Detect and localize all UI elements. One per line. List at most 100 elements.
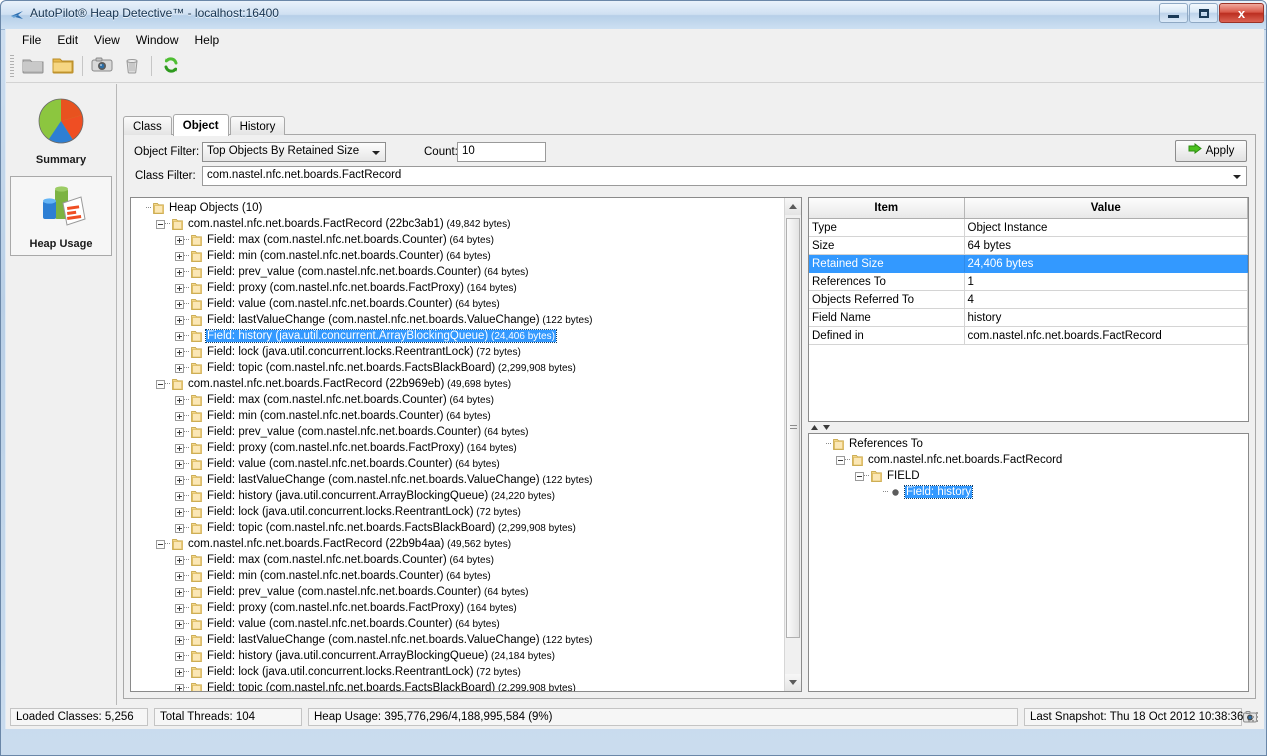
tree-expand-toggle[interactable]: [175, 619, 184, 629]
scroll-down-button[interactable]: [785, 674, 801, 691]
tree-node[interactable]: Field: proxy (com.nastel.nfc.net.boards.…: [133, 440, 784, 456]
tree-node[interactable]: Field: max (com.nastel.nfc.net.boards.Co…: [133, 552, 784, 568]
object-filter-select[interactable]: Top Objects By Retained Size: [202, 142, 386, 162]
tree-expand-toggle[interactable]: [175, 363, 184, 373]
maximize-button[interactable]: [1189, 3, 1218, 23]
tree-expand-toggle[interactable]: [175, 411, 184, 421]
toolbar-grip[interactable]: [10, 55, 14, 77]
tree-node[interactable]: Field: history (java.util.concurrent.Arr…: [133, 648, 784, 664]
tree-node[interactable]: Field: lock (java.util.concurrent.locks.…: [133, 664, 784, 680]
menu-view[interactable]: View: [86, 31, 128, 49]
sidebar-item-summary[interactable]: Summary: [10, 88, 112, 172]
tree-collapse-toggle[interactable]: [156, 539, 165, 549]
refresh-button[interactable]: [156, 52, 186, 80]
tree-collapse-toggle[interactable]: [855, 471, 864, 481]
tree-node[interactable]: Field: history (java.util.concurrent.Arr…: [133, 328, 784, 344]
tree-node[interactable]: Heap Objects (10): [133, 200, 784, 216]
tree-node[interactable]: Field: prev_value (com.nastel.nfc.net.bo…: [133, 584, 784, 600]
table-row[interactable]: Retained Size 24,406 bytes: [809, 254, 1248, 273]
column-header-value[interactable]: Value: [964, 198, 1248, 219]
tree-expand-toggle[interactable]: [175, 555, 184, 565]
tree-node[interactable]: Field: prev_value (com.nastel.nfc.net.bo…: [133, 424, 784, 440]
tree-node[interactable]: Field: value (com.nastel.nfc.net.boards.…: [133, 296, 784, 312]
tab-class[interactable]: Class: [123, 116, 172, 135]
tree-expand-toggle[interactable]: [175, 459, 184, 469]
tree-expand-toggle[interactable]: [175, 475, 184, 485]
tree-node[interactable]: Field: history: [811, 484, 1248, 500]
tree-node[interactable]: Field: max (com.nastel.nfc.net.boards.Co…: [133, 392, 784, 408]
tree-node[interactable]: Field: proxy (com.nastel.nfc.net.boards.…: [133, 280, 784, 296]
tree-expand-toggle[interactable]: [175, 283, 184, 293]
tree-node[interactable]: Field: topic (com.nastel.nfc.net.boards.…: [133, 520, 784, 536]
tree-node[interactable]: Field: value (com.nastel.nfc.net.boards.…: [133, 616, 784, 632]
open-folder-disabled-button[interactable]: [18, 52, 48, 80]
tree-node[interactable]: Field: lastValueChange (com.nastel.nfc.n…: [133, 312, 784, 328]
tree-node[interactable]: Field: history (java.util.concurrent.Arr…: [133, 488, 784, 504]
scroll-up-button[interactable]: [785, 198, 801, 215]
tree-expand-toggle[interactable]: [175, 651, 184, 661]
tree-expand-toggle[interactable]: [175, 235, 184, 245]
tab-object[interactable]: Object: [172, 114, 229, 136]
panel-splitter[interactable]: [808, 423, 1249, 433]
tree-node[interactable]: FIELD: [811, 468, 1248, 484]
count-input[interactable]: 10: [457, 142, 546, 162]
tree-expand-toggle[interactable]: [175, 571, 184, 581]
tree-node[interactable]: com.nastel.nfc.net.boards.FactRecord (22…: [133, 376, 784, 392]
tree-expand-toggle[interactable]: [175, 683, 184, 691]
tree-expand-toggle[interactable]: [175, 587, 184, 597]
tree-node[interactable]: Field: min (com.nastel.nfc.net.boards.Co…: [133, 568, 784, 584]
tree-vertical-scrollbar[interactable]: [784, 198, 801, 691]
menu-help[interactable]: Help: [187, 31, 228, 49]
tree-expand-toggle[interactable]: [175, 427, 184, 437]
tree-node[interactable]: Field: min (com.nastel.nfc.net.boards.Co…: [133, 408, 784, 424]
tree-node[interactable]: com.nastel.nfc.net.boards.FactRecord: [811, 452, 1248, 468]
table-row[interactable]: Size 64 bytes: [809, 236, 1248, 255]
menu-edit[interactable]: Edit: [49, 31, 86, 49]
delete-button[interactable]: [117, 52, 147, 80]
table-row[interactable]: Field Name history: [809, 308, 1248, 327]
scroll-thumb[interactable]: [786, 218, 800, 638]
tree-expand-toggle[interactable]: [175, 491, 184, 501]
tree-node[interactable]: Field: max (com.nastel.nfc.net.boards.Co…: [133, 232, 784, 248]
table-row[interactable]: Defined in com.nastel.nfc.net.boards.Fact…: [809, 326, 1248, 345]
tree-expand-toggle[interactable]: [175, 635, 184, 645]
sidebar-item-heap-usage[interactable]: Heap Usage: [10, 176, 112, 256]
tree-expand-toggle[interactable]: [175, 443, 184, 453]
tree-node[interactable]: Field: prev_value (com.nastel.nfc.net.bo…: [133, 264, 784, 280]
menu-window[interactable]: Window: [128, 31, 187, 49]
open-folder-button[interactable]: [48, 52, 78, 80]
column-header-item[interactable]: Item: [809, 198, 965, 219]
tree-node[interactable]: Field: proxy (com.nastel.nfc.net.boards.…: [133, 600, 784, 616]
tree-expand-toggle[interactable]: [175, 251, 184, 261]
tree-node[interactable]: Field: topic (com.nastel.nfc.net.boards.…: [133, 680, 784, 691]
tree-collapse-toggle[interactable]: [836, 455, 845, 465]
tree-node[interactable]: Field: min (com.nastel.nfc.net.boards.Co…: [133, 248, 784, 264]
tree-node[interactable]: com.nastel.nfc.net.boards.FactRecord (22…: [133, 536, 784, 552]
tree-node[interactable]: References To: [811, 436, 1248, 452]
tree-node[interactable]: Field: value (com.nastel.nfc.net.boards.…: [133, 456, 784, 472]
tree-collapse-toggle[interactable]: [156, 379, 165, 389]
class-filter-select[interactable]: com.nastel.nfc.net.boards.FactRecord: [202, 166, 1247, 186]
tree-expand-toggle[interactable]: [175, 315, 184, 325]
tab-history[interactable]: History: [229, 116, 286, 135]
tree-node[interactable]: Field: topic (com.nastel.nfc.net.boards.…: [133, 360, 784, 376]
close-button[interactable]: x: [1219, 3, 1264, 23]
tree-expand-toggle[interactable]: [175, 347, 184, 357]
minimize-button[interactable]: [1159, 3, 1188, 23]
table-row[interactable]: Objects Referred To 4: [809, 290, 1248, 309]
tree-expand-toggle[interactable]: [175, 603, 184, 613]
tree-node[interactable]: com.nastel.nfc.net.boards.FactRecord (22…: [133, 216, 784, 232]
table-row[interactable]: References To 1: [809, 272, 1248, 291]
references-tree[interactable]: References To com.nastel.nfc.net.boards.F…: [809, 434, 1248, 500]
tree-node[interactable]: Field: lock (java.util.concurrent.locks.…: [133, 344, 784, 360]
heap-objects-tree[interactable]: Heap Objects (10) com.nastel.nfc.net.boar…: [131, 198, 784, 691]
resize-grip[interactable]: [1246, 710, 1260, 724]
tree-expand-toggle[interactable]: [175, 331, 184, 341]
tree-expand-toggle[interactable]: [175, 267, 184, 277]
tree-expand-toggle[interactable]: [175, 507, 184, 517]
menu-file[interactable]: File: [14, 31, 49, 49]
apply-button[interactable]: Apply: [1175, 140, 1247, 162]
table-row[interactable]: Type Object Instance: [809, 218, 1248, 237]
tree-collapse-toggle[interactable]: [156, 219, 165, 229]
tree-expand-toggle[interactable]: [175, 395, 184, 405]
